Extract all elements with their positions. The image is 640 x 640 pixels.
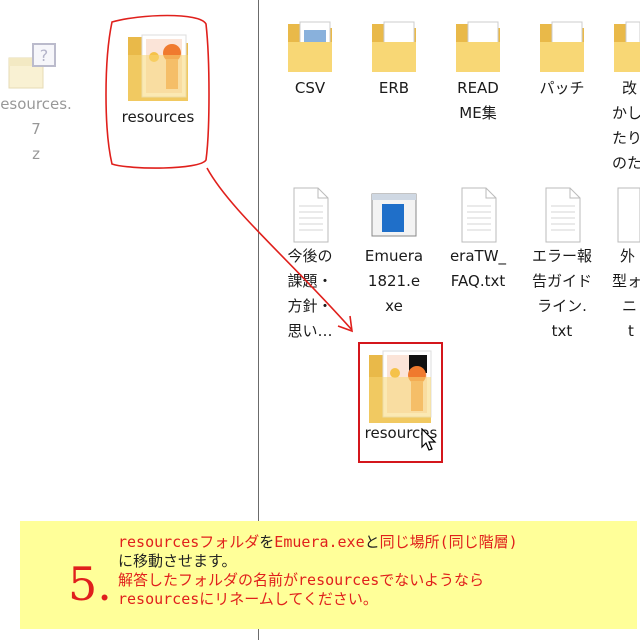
- instruction-note: 5. resourcesフォルダをEmuera.exeと同じ場所(同じ階層) に…: [20, 521, 637, 629]
- folder-icon: [122, 25, 194, 105]
- file-external-label-line1: 外: [620, 247, 636, 265]
- file-error-label-line2: 告ガイド: [531, 272, 592, 290]
- step-number: 5.: [68, 557, 112, 611]
- folder-csv-label: CSV: [294, 79, 326, 97]
- svg-text:?: ?: [40, 46, 49, 65]
- instruction-line4: resourcesにリネームしてください。: [118, 590, 378, 608]
- file-kongo-label-line3: 方針・: [287, 297, 333, 315]
- archive-item[interactable]: ? esources.7 z: [0, 40, 76, 167]
- application-icon: [371, 193, 417, 237]
- file-external-label-line2: 型ォ: [612, 272, 640, 290]
- folder-csv[interactable]: CSV: [278, 18, 342, 101]
- archive-label-line1: esources.7: [0, 95, 72, 138]
- folder-readme-label-line2: ME集: [459, 104, 497, 122]
- file-eratw-faq[interactable]: eraTW_ FAQ.txt: [446, 186, 510, 294]
- file-error-guide[interactable]: エラー報 告ガイド ライン. txt: [530, 186, 594, 344]
- instruction-line2: に移動させます。: [118, 552, 237, 570]
- file-emuera-label-line2: 1821.e: [367, 272, 421, 290]
- folder-readme-label-line1: READ: [457, 79, 499, 97]
- instruction-particle-to: と: [364, 533, 380, 551]
- file-external-label-line4: t: [628, 322, 634, 340]
- resources-folder-left[interactable]: resources: [110, 25, 206, 130]
- folder-readme[interactable]: READ ME集: [446, 18, 510, 126]
- file-error-label-line4: txt: [551, 322, 573, 340]
- file-external-label-line3: ニ: [622, 297, 638, 315]
- file-emuera-label-line3: xe: [385, 297, 403, 315]
- file-external[interactable]: 外 型ォ ニ t: [612, 186, 640, 344]
- file-eratw-label-line2: FAQ.txt: [450, 272, 506, 290]
- file-kongo-label-line2: 課題・: [287, 272, 333, 290]
- folder-cut-label-line3: たり: [612, 129, 640, 147]
- folder-icon: [288, 21, 332, 72]
- file-emuera-exe[interactable]: Emuera 1821.e xe: [362, 186, 426, 319]
- folder-cut-label-line1: 改: [622, 79, 638, 97]
- folder-icon: [369, 350, 432, 423]
- folder-icon: [456, 21, 500, 72]
- folder-erb[interactable]: ERB: [362, 18, 426, 101]
- archive-label-line2: z: [32, 145, 40, 163]
- document-icon: [545, 187, 581, 243]
- folder-cut-label-line4: のた: [612, 154, 640, 172]
- document-icon: [461, 187, 497, 243]
- instruction-same-location: 同じ場所(同じ階層): [379, 533, 518, 551]
- folder-cut-label-line2: かし: [612, 104, 640, 122]
- document-icon: [293, 187, 329, 243]
- instruction-emuera-exe: Emuera.exe: [274, 533, 365, 551]
- folder-icon: [614, 21, 640, 72]
- archive-icon: ?: [1, 40, 61, 92]
- instruction-line1: resourcesフォルダをEmuera.exeと同じ場所(同じ階層): [118, 533, 638, 552]
- file-kongo-label-line1: 今後の: [287, 247, 333, 265]
- document-icon: [617, 187, 640, 243]
- instruction-resources-folder: resourcesフォルダ: [118, 533, 260, 551]
- file-emuera-label-line1: Emuera: [364, 247, 424, 265]
- folder-patch[interactable]: パッチ: [530, 18, 594, 101]
- resources-folder-left-label: resources: [121, 108, 195, 126]
- file-kongo[interactable]: 今後の 課題・ 方針・ 思い…: [278, 186, 342, 344]
- folder-icon: [372, 21, 416, 72]
- mouse-cursor-icon: [421, 428, 437, 451]
- file-error-label-line3: ライン.: [537, 297, 587, 315]
- file-kongo-label-line4: 思い…: [287, 322, 333, 340]
- folder-erb-label: ERB: [378, 79, 410, 97]
- instruction-text: resourcesフォルダをEmuera.exeと同じ場所(同じ階層) に移動さ…: [118, 533, 638, 609]
- file-eratw-label-line1: eraTW_: [449, 247, 507, 265]
- folder-cut[interactable]: 改 かし たり のた: [612, 18, 640, 176]
- instruction-line3: 解答したフォルダの名前がresourcesでないようなら: [118, 571, 484, 589]
- instruction-particle-wo: を: [259, 533, 275, 551]
- folder-patch-label: パッチ: [539, 79, 585, 97]
- folder-icon: [540, 21, 584, 72]
- file-error-label-line1: エラー報: [531, 247, 592, 265]
